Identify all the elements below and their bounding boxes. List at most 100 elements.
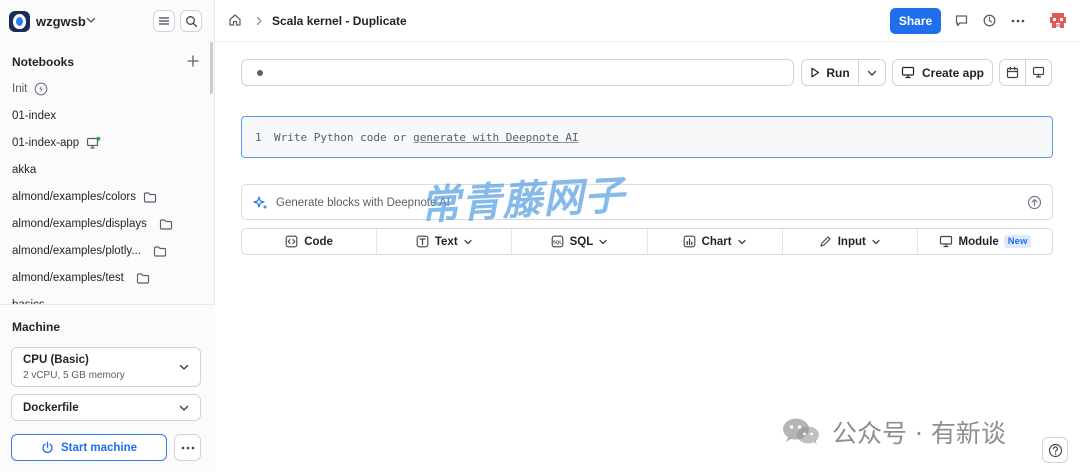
notebook-list: Init 01-index 01-index-app akka almond/e… xyxy=(0,76,212,304)
chevron-down-icon xyxy=(867,70,877,76)
sidebar-item-colors[interactable]: almond/examples/colors xyxy=(12,187,157,207)
calendar-icon xyxy=(1006,66,1019,79)
create-app-label: Create app xyxy=(921,65,985,80)
run-label: Run xyxy=(826,65,850,80)
environment-name: Dockerfile xyxy=(23,402,79,414)
chevron-down-icon xyxy=(598,237,608,247)
block-label: Input xyxy=(837,235,866,248)
code-cell-editor[interactable]: 1 Write Python code or generate with Dee… xyxy=(241,116,1053,158)
add-notebook-icon[interactable] xyxy=(186,54,200,68)
chart-icon xyxy=(683,235,696,248)
breadcrumb-notebook-title[interactable]: Scala kernel - Duplicate xyxy=(272,14,407,28)
app-preview-button[interactable] xyxy=(1025,59,1052,86)
sidebar-item-label: akka xyxy=(12,164,37,176)
generate-ai-link[interactable]: generate with Deepnote AI xyxy=(413,131,579,144)
create-app-button[interactable]: Create app xyxy=(892,59,993,86)
add-input-block-button[interactable]: Input xyxy=(783,229,918,254)
machine-type-select[interactable]: CPU (Basic) 2 vCPU, 5 GB memory xyxy=(11,347,201,387)
chevron-down-icon xyxy=(179,364,189,370)
add-text-block-button[interactable]: Text xyxy=(377,229,513,254)
add-module-block-button[interactable]: Module New xyxy=(918,229,1052,254)
sidebar-item-displays[interactable]: almond/examples/displays xyxy=(12,214,173,234)
power-icon xyxy=(42,441,53,454)
search-icon xyxy=(185,15,197,27)
user-avatar[interactable] xyxy=(1047,10,1069,32)
chevron-down-icon xyxy=(179,405,189,411)
play-icon xyxy=(811,67,820,78)
block-label: Chart xyxy=(701,235,732,248)
chevron-down-icon xyxy=(871,237,881,247)
monitor-icon xyxy=(901,66,915,79)
sidebar-item-label: Init xyxy=(12,83,28,95)
code-placeholder: Write Python code or generate with Deepn… xyxy=(274,131,579,144)
machine-panel: Machine CPU (Basic) 2 vCPU, 5 GB memory … xyxy=(0,304,215,472)
start-machine-label: Start machine xyxy=(60,441,138,454)
hamburger-icon xyxy=(158,17,170,25)
chevron-down-icon xyxy=(463,237,473,247)
code-icon xyxy=(285,235,298,248)
sidebar-item-akka[interactable]: akka xyxy=(12,160,36,180)
app-monitor-icon xyxy=(86,136,101,150)
machine-type-name: CPU (Basic) xyxy=(23,354,89,366)
sidebar-item-label: almond/examples/plotly... xyxy=(12,245,141,257)
menu-button[interactable] xyxy=(153,10,175,32)
monitor-icon xyxy=(1032,66,1045,78)
block-label: Module xyxy=(958,235,999,248)
folder-icon xyxy=(136,272,150,285)
sidebar-item-plotly[interactable]: almond/examples/plotly... xyxy=(12,241,167,261)
generate-blocks-input[interactable]: Generate blocks with Deepnote AI xyxy=(241,184,1053,220)
wechat-watermark-text: 公众号 · 有新谈 xyxy=(832,419,1006,448)
sidebar-item-basics[interactable]: basics xyxy=(12,295,45,304)
home-icon[interactable] xyxy=(228,13,242,27)
sidebar-item-label: almond/examples/colors xyxy=(12,191,137,203)
status-dot-icon xyxy=(257,70,263,76)
sql-icon: SQL xyxy=(551,235,564,248)
wechat-watermark: 公众号 · 有新谈 xyxy=(780,412,1080,448)
code-placeholder-text: Write Python code or xyxy=(274,131,414,144)
module-icon xyxy=(939,235,953,248)
notebooks-heading: Notebooks xyxy=(12,55,75,69)
run-options-button[interactable] xyxy=(858,59,886,86)
machine-type-spec: 2 vCPU, 5 GB memory xyxy=(23,370,125,381)
chevron-right-icon xyxy=(256,16,262,26)
add-block-toolbar: Code Text SQL SQL Chart Input Module New xyxy=(241,228,1053,255)
line-number: 1 xyxy=(255,131,262,144)
sidebar-item-test[interactable]: almond/examples/test xyxy=(12,268,150,288)
share-button[interactable]: Share xyxy=(890,8,941,34)
schedule-button[interactable] xyxy=(999,59,1026,86)
chevron-down-icon xyxy=(737,237,747,247)
add-code-block-button[interactable]: Code xyxy=(242,229,378,254)
watermark-overlay-text: 常青藤网子 xyxy=(419,172,627,230)
arrow-up-circle-icon[interactable] xyxy=(1027,195,1042,210)
run-button[interactable]: Run xyxy=(801,59,859,86)
app-title-input[interactable] xyxy=(241,59,794,86)
top-bar: Scala kernel - Duplicate Share xyxy=(215,0,1080,42)
sidebar-item-init[interactable]: Init xyxy=(12,79,48,99)
machine-heading: Machine xyxy=(12,320,61,334)
svg-text:SQL: SQL xyxy=(552,240,562,245)
more-horizontal-icon[interactable] xyxy=(1011,19,1025,23)
machine-more-button[interactable] xyxy=(174,434,201,461)
sidebar-item-label: almond/examples/displays xyxy=(12,218,147,230)
sidebar-item-01-index[interactable]: 01-index xyxy=(12,106,56,126)
add-chart-block-button[interactable]: Chart xyxy=(648,229,783,254)
block-label: Text xyxy=(434,235,458,248)
workspace-name[interactable]: wzgwsb xyxy=(36,14,86,29)
sidebar: wzgwsb Notebooks Init 01-index 01-index-… xyxy=(0,0,215,472)
start-machine-button[interactable]: Start machine xyxy=(11,434,167,461)
help-button[interactable] xyxy=(1042,437,1068,463)
help-icon xyxy=(1048,443,1062,457)
add-sql-block-button[interactable]: SQL SQL xyxy=(512,229,648,254)
code-line: 1 Write Python code or generate with Dee… xyxy=(242,130,1052,146)
new-badge: New xyxy=(1003,235,1032,248)
history-icon[interactable] xyxy=(982,13,997,28)
sidebar-item-label: 01-index-app xyxy=(12,137,80,149)
chevron-down-icon[interactable] xyxy=(85,13,97,27)
folder-icon xyxy=(159,218,173,231)
comment-icon[interactable] xyxy=(954,13,969,28)
folder-icon xyxy=(153,245,167,258)
search-button[interactable] xyxy=(180,10,202,32)
sidebar-item-01-index-app[interactable]: 01-index-app xyxy=(12,133,101,153)
environment-select[interactable]: Dockerfile xyxy=(11,394,201,421)
notebook-area: Run Create app 1 Write Python code or ge… xyxy=(215,42,1080,472)
